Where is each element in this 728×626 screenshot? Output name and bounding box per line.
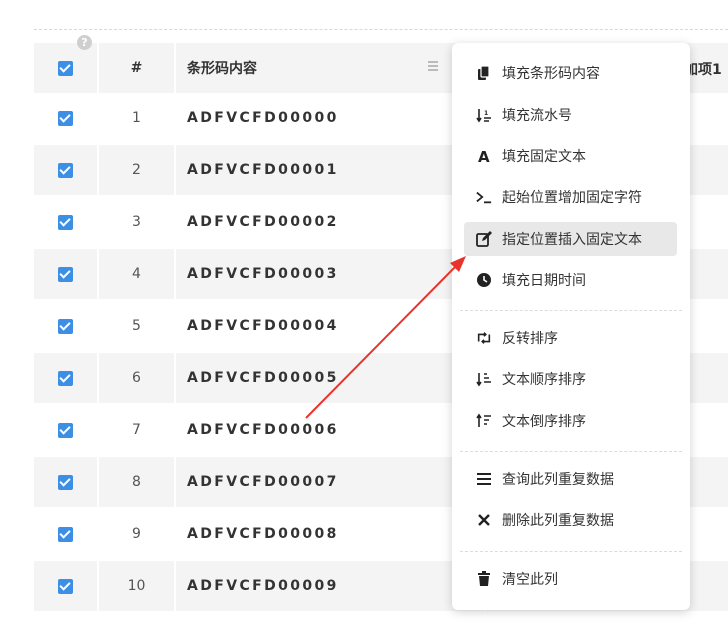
annotation-arrow bbox=[305, 256, 466, 419]
arrow-shaft bbox=[305, 263, 459, 419]
